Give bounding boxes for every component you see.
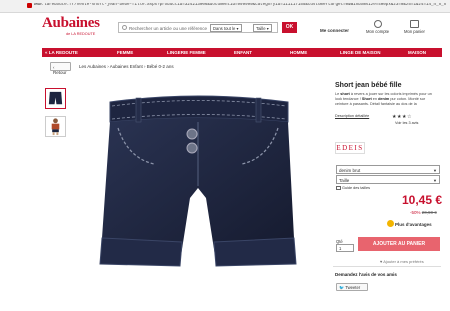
nav-item-femme[interactable]: FEMME <box>117 50 133 55</box>
nav-item-enfant[interactable]: ENFANT <box>234 50 252 55</box>
size-guide-link[interactable]: Guide des tailles <box>342 186 370 190</box>
main-nav: « LA REDOUTE FEMME LINGERIE FEMME ENFANT… <box>42 48 442 57</box>
product-price: 10,45 € <box>402 193 443 207</box>
color-select[interactable]: denim brut ▼ <box>336 165 440 174</box>
desc-bold-2: Short <box>361 97 372 101</box>
rating-stars: ★★★☆ <box>392 114 412 120</box>
nav-item-linge-maison[interactable]: LINGE DE MAISON <box>340 50 381 55</box>
department-select[interactable]: Dans tout le ▾ <box>210 24 242 32</box>
product-thumbnail-1[interactable] <box>45 88 66 109</box>
divider <box>333 266 441 267</box>
brand-logo[interactable]: EDEIS <box>335 142 365 154</box>
thumbnail-shorts-image <box>48 91 63 105</box>
tweet-button[interactable]: 🐦 Tweeter <box>336 283 368 291</box>
site-logo[interactable]: Aubaines de LA REDOUTE <box>42 15 100 36</box>
cart-link[interactable]: Mon panier <box>404 20 425 34</box>
site-favicon-icon <box>27 3 32 8</box>
login-link[interactable]: Me connecter <box>320 28 349 33</box>
size-guide-icon <box>336 186 341 190</box>
chevron-down-icon: ▼ <box>433 168 437 173</box>
user-icon <box>373 20 382 28</box>
chevron-down-icon: ▼ <box>433 178 437 183</box>
plus-advantages-link[interactable]: Plus d'avantages <box>395 222 432 227</box>
add-to-favorites-link[interactable]: ♥ Ajouter à mes préférés <box>380 259 424 264</box>
ask-friends-heading: Demandez l'avis de vos amis <box>335 272 397 277</box>
url-text[interactable]: www.laredoute.fr/vente-short-jean-bebe-f… <box>34 3 446 7</box>
old-price: 20,90 € <box>421 210 437 215</box>
view-reviews-link[interactable]: Voir les 3 avis <box>395 121 418 125</box>
desc-bold-1: short <box>340 92 350 96</box>
thumbnail-model-image <box>51 118 60 136</box>
size-dropdown[interactable]: Taille ▼ <box>336 175 440 184</box>
nav-item-lingerie-femme[interactable]: LINGERIE FEMME <box>167 50 206 55</box>
cart-label: Mon panier <box>404 29 425 34</box>
size-select[interactable]: Taille ▾ <box>253 24 272 32</box>
denim-shorts-illustration <box>99 95 297 267</box>
account-link[interactable]: Mon compte <box>366 20 389 34</box>
discount-percent: -50% <box>410 210 421 215</box>
search-placeholder: Rechercher un article ou une référence <box>129 25 208 31</box>
logo-subtitle: de LA REDOUTE <box>66 32 96 36</box>
price-discount: -50% 20,90 € <box>410 210 437 215</box>
logo-text: Aubaines <box>42 15 100 31</box>
desc-bold-3: denim <box>378 97 390 101</box>
nav-item-laredoute[interactable]: « LA REDOUTE <box>45 50 78 55</box>
product-thumbnail-2[interactable] <box>45 116 66 137</box>
brand-name: EDEIS <box>336 144 364 152</box>
product-main-image[interactable] <box>88 88 308 298</box>
account-label: Mon compte <box>366 29 390 34</box>
detailed-description-link[interactable]: Description détaillée <box>335 114 369 118</box>
nav-item-homme[interactable]: HOMME <box>290 50 307 55</box>
cart-icon <box>409 20 419 28</box>
product-title: Short jean bébé fille <box>335 82 402 89</box>
breadcrumb[interactable]: Les Aubaines › Aubaines Enfant › Bébé 0-… <box>79 64 174 69</box>
quantity-select[interactable]: 1 <box>336 244 354 252</box>
add-to-cart-button[interactable]: AJOUTER AU PANIER <box>358 237 440 251</box>
product-description: Le short à revers a jouer sur les colori… <box>335 92 439 114</box>
plus-advantages-icon <box>387 220 394 227</box>
browser-url-bar[interactable]: www.laredoute.fr/vente-short-jean-bebe-f… <box>0 0 450 13</box>
color-value: denim brut <box>339 167 361 173</box>
search-ok-button[interactable]: OK <box>282 22 297 33</box>
back-button[interactable]: ‹ Retour <box>50 62 71 75</box>
search-icon <box>122 25 127 30</box>
nav-item-maison[interactable]: MAISON <box>408 50 426 55</box>
size-value: Taille <box>339 177 350 183</box>
breadcrumb-row: ‹ Retour Les Aubaines › Aubaines Enfant … <box>42 62 442 75</box>
